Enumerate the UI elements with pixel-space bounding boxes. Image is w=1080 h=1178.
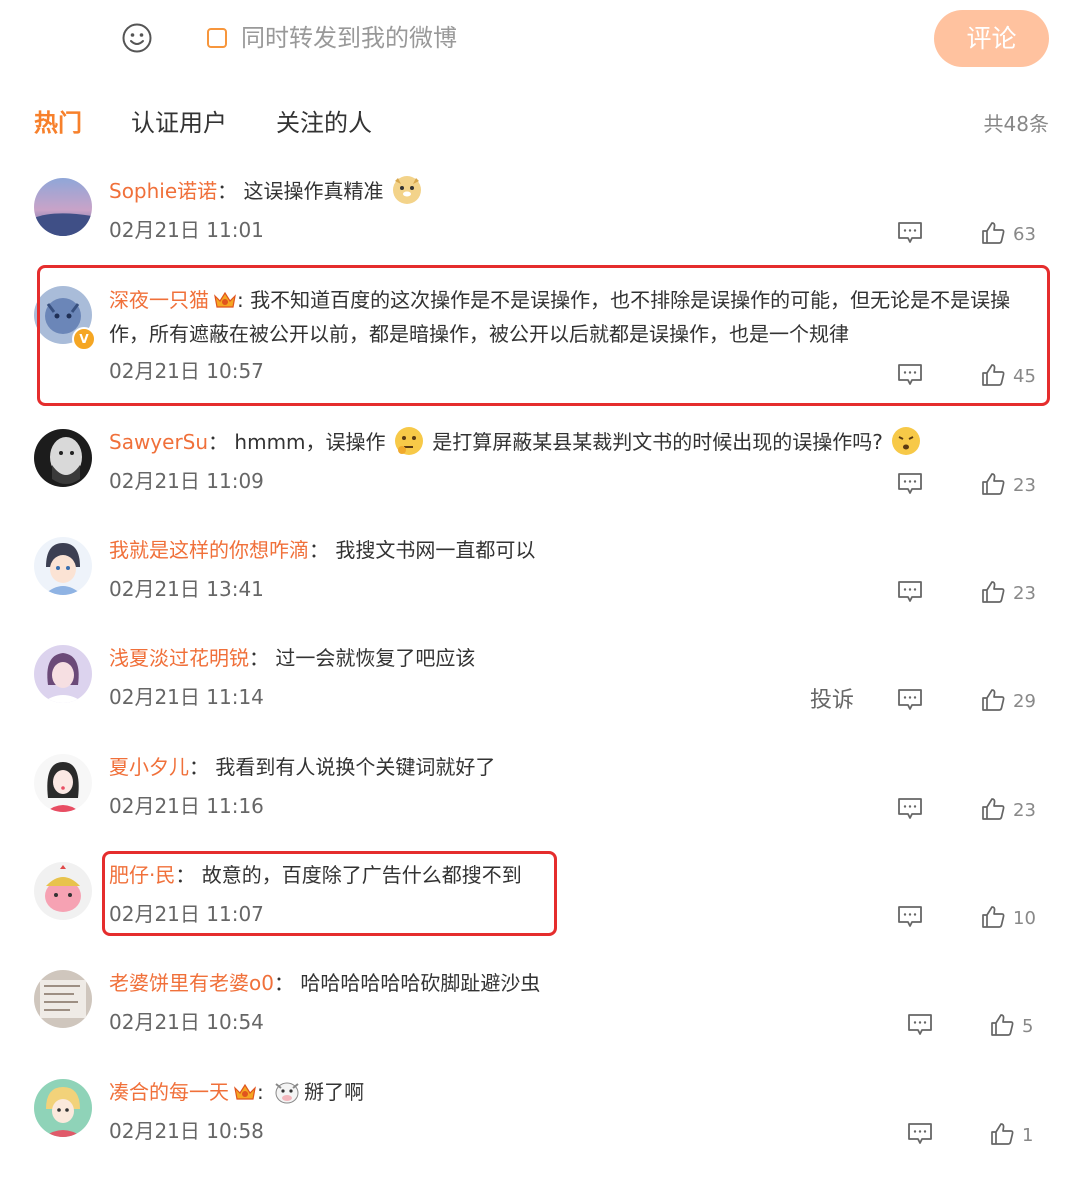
- comment-timestamp: 02月21日 11:14: [109, 685, 264, 709]
- comment-timestamp: 02月21日 11:01: [109, 218, 264, 242]
- avatar[interactable]: [34, 645, 92, 703]
- like-icon[interactable]: [981, 905, 1005, 929]
- comment-separator: :: [257, 1080, 264, 1104]
- comment-separator: ：: [309, 538, 329, 562]
- report-link[interactable]: 投诉: [810, 687, 854, 715]
- comment-username[interactable]: Sophie诺诺: [109, 179, 217, 203]
- comment-timestamp: 02月21日 10:54: [109, 1010, 264, 1034]
- like-count: 23: [1013, 583, 1036, 604]
- highlight-box: [102, 851, 557, 936]
- avatar[interactable]: [34, 178, 92, 236]
- thinking-emoji-icon: [394, 427, 423, 455]
- comment-composer: 同时转发到我的微博 评论: [0, 0, 1080, 80]
- like-count: 23: [1013, 475, 1036, 496]
- reply-icon[interactable]: [907, 1013, 933, 1037]
- cow-emoji-icon: [275, 1082, 299, 1104]
- comment-text-continued: 掰了啊: [304, 1080, 365, 1104]
- reply-icon[interactable]: [897, 472, 923, 496]
- comment-timestamp: 02月21日 11:16: [109, 794, 264, 818]
- like-count: 29: [1013, 691, 1036, 712]
- tab-following[interactable]: 关注的人: [276, 106, 372, 140]
- emoji-picker-icon[interactable]: [121, 22, 153, 54]
- comment-text: 这误操作真精准: [237, 179, 384, 203]
- comment-separator: ：: [273, 971, 294, 995]
- like-count: 63: [1013, 224, 1036, 245]
- avatar[interactable]: [34, 429, 92, 487]
- like-count: 1: [1022, 1125, 1034, 1146]
- comment-text: hmmm，误操作: [228, 430, 386, 454]
- confused-emoji-icon: [892, 427, 921, 455]
- comment-text: 哈哈哈哈哈哈砍脚趾避沙虫: [293, 971, 541, 995]
- reply-icon[interactable]: [897, 905, 923, 929]
- comment-text: 我搜文书网一直都可以: [329, 538, 536, 562]
- avatar[interactable]: [34, 862, 92, 920]
- comment-separator: ：: [189, 755, 209, 779]
- comment-separator: ：: [249, 646, 269, 670]
- like-icon[interactable]: [981, 797, 1005, 821]
- like-count: 10: [1013, 908, 1036, 929]
- like-count: 23: [1013, 800, 1036, 821]
- comment-text-continued: 是打算屏蔽某县某裁判文书的时候出现的误操作吗?: [425, 430, 883, 454]
- avatar[interactable]: [34, 970, 92, 1028]
- like-icon[interactable]: [990, 1013, 1014, 1037]
- avatar[interactable]: [34, 1079, 92, 1137]
- comment-text: 过一会就恢复了吧应该: [269, 646, 476, 670]
- repost-checkbox[interactable]: [207, 28, 227, 48]
- comment-filter-tabs: 热门 认证用户 关注的人 共48条: [0, 100, 1080, 150]
- vip-crown-icon: [234, 1083, 256, 1100]
- avatar[interactable]: [34, 537, 92, 595]
- reply-icon[interactable]: [897, 580, 923, 604]
- comment-username[interactable]: 凑合的每一天: [109, 1080, 229, 1104]
- like-icon[interactable]: [981, 221, 1005, 245]
- tab-hot[interactable]: 热门: [34, 106, 82, 140]
- comment-timestamp: 02月21日 11:09: [109, 469, 264, 493]
- tab-verified-users[interactable]: 认证用户: [131, 106, 227, 140]
- repost-label[interactable]: 同时转发到我的微博: [241, 22, 457, 54]
- avatar[interactable]: [34, 754, 92, 812]
- comment-separator: ：: [208, 430, 229, 454]
- like-count: 5: [1022, 1016, 1034, 1037]
- like-icon[interactable]: [981, 688, 1005, 712]
- comment-username[interactable]: 我就是这样的你想咋滴: [109, 538, 309, 562]
- like-icon[interactable]: [981, 580, 1005, 604]
- comment-username[interactable]: 夏小夕儿: [109, 755, 189, 779]
- reply-icon[interactable]: [897, 221, 923, 245]
- comment-total-count: 共48条: [983, 112, 1049, 136]
- comment-timestamp: 02月21日 13:41: [109, 577, 264, 601]
- comment-username[interactable]: 浅夏淡过花明锐: [109, 646, 249, 670]
- submit-comment-button[interactable]: 评论: [934, 10, 1049, 67]
- doge-emoji-icon: [392, 176, 421, 204]
- comment-text: [264, 1080, 270, 1104]
- comment-text: 我看到有人说换个关键词就好了: [209, 755, 496, 779]
- reply-icon[interactable]: [897, 797, 923, 821]
- highlight-box: [37, 265, 1050, 406]
- like-icon[interactable]: [990, 1122, 1014, 1146]
- comment-username[interactable]: SawyerSu: [109, 430, 208, 454]
- comment-username[interactable]: 老婆饼里有老婆o0: [109, 971, 274, 995]
- comment-timestamp: 02月21日 10:58: [109, 1119, 264, 1143]
- reply-icon[interactable]: [897, 688, 923, 712]
- comment-separator: ：: [217, 179, 238, 203]
- like-icon[interactable]: [981, 472, 1005, 496]
- reply-icon[interactable]: [907, 1122, 933, 1146]
